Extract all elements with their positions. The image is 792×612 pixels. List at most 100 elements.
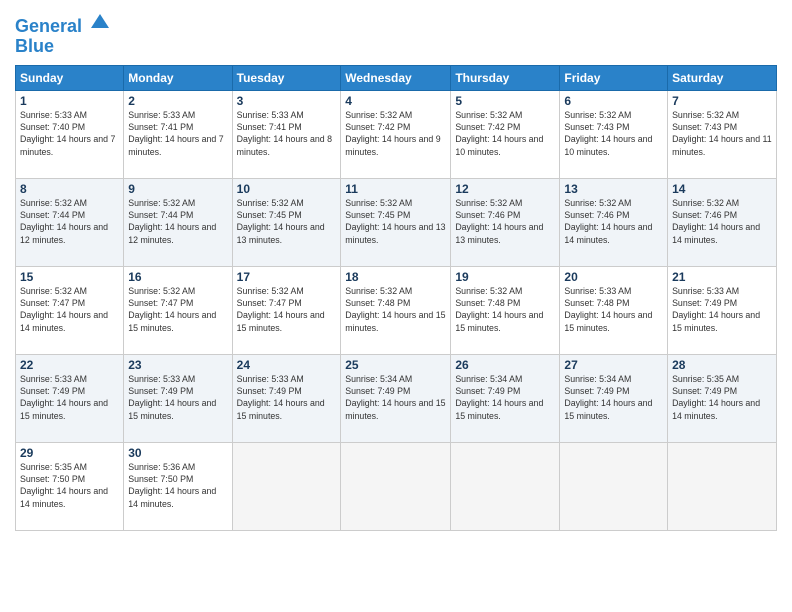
calendar-week-row: 8 Sunrise: 5:32 AM Sunset: 7:44 PM Dayli…: [16, 178, 777, 266]
day-info: Sunrise: 5:32 AM Sunset: 7:44 PM Dayligh…: [20, 197, 119, 246]
day-info: Sunrise: 5:35 AM Sunset: 7:50 PM Dayligh…: [20, 461, 119, 510]
day-number: 2: [128, 94, 227, 108]
calendar-table: Sunday Monday Tuesday Wednesday Thursday…: [15, 65, 777, 531]
logo-blue: Blue: [15, 36, 54, 56]
day-number: 23: [128, 358, 227, 372]
table-row: 6 Sunrise: 5:32 AM Sunset: 7:43 PM Dayli…: [560, 90, 668, 178]
table-row: 25 Sunrise: 5:34 AM Sunset: 7:49 PM Dayl…: [341, 354, 451, 442]
calendar-week-row: 1 Sunrise: 5:33 AM Sunset: 7:40 PM Dayli…: [16, 90, 777, 178]
table-row: 2 Sunrise: 5:33 AM Sunset: 7:41 PM Dayli…: [124, 90, 232, 178]
day-number: 1: [20, 94, 119, 108]
day-number: 29: [20, 446, 119, 460]
day-info: Sunrise: 5:32 AM Sunset: 7:42 PM Dayligh…: [345, 109, 446, 158]
day-info: Sunrise: 5:32 AM Sunset: 7:47 PM Dayligh…: [237, 285, 337, 334]
logo: General Blue: [15, 10, 111, 57]
day-info: Sunrise: 5:32 AM Sunset: 7:48 PM Dayligh…: [455, 285, 555, 334]
day-number: 5: [455, 94, 555, 108]
day-info: Sunrise: 5:34 AM Sunset: 7:49 PM Dayligh…: [564, 373, 663, 422]
day-info: Sunrise: 5:33 AM Sunset: 7:48 PM Dayligh…: [564, 285, 663, 334]
table-row: [232, 442, 341, 530]
day-info: Sunrise: 5:33 AM Sunset: 7:40 PM Dayligh…: [20, 109, 119, 158]
day-info: Sunrise: 5:32 AM Sunset: 7:47 PM Dayligh…: [20, 285, 119, 334]
calendar-week-row: 29 Sunrise: 5:35 AM Sunset: 7:50 PM Dayl…: [16, 442, 777, 530]
day-info: Sunrise: 5:32 AM Sunset: 7:48 PM Dayligh…: [345, 285, 446, 334]
table-row: 1 Sunrise: 5:33 AM Sunset: 7:40 PM Dayli…: [16, 90, 124, 178]
header: General Blue: [15, 10, 777, 57]
day-number: 13: [564, 182, 663, 196]
page: General Blue Sunday Monday Tuesday Wedne…: [0, 0, 792, 612]
col-wednesday: Wednesday: [341, 65, 451, 90]
table-row: 9 Sunrise: 5:32 AM Sunset: 7:44 PM Dayli…: [124, 178, 232, 266]
table-row: 14 Sunrise: 5:32 AM Sunset: 7:46 PM Dayl…: [668, 178, 777, 266]
day-info: Sunrise: 5:32 AM Sunset: 7:42 PM Dayligh…: [455, 109, 555, 158]
day-info: Sunrise: 5:34 AM Sunset: 7:49 PM Dayligh…: [455, 373, 555, 422]
table-row: 28 Sunrise: 5:35 AM Sunset: 7:49 PM Dayl…: [668, 354, 777, 442]
col-saturday: Saturday: [668, 65, 777, 90]
day-number: 24: [237, 358, 337, 372]
table-row: 8 Sunrise: 5:32 AM Sunset: 7:44 PM Dayli…: [16, 178, 124, 266]
table-row: 22 Sunrise: 5:33 AM Sunset: 7:49 PM Dayl…: [16, 354, 124, 442]
day-number: 17: [237, 270, 337, 284]
table-row: 30 Sunrise: 5:36 AM Sunset: 7:50 PM Dayl…: [124, 442, 232, 530]
table-row: 24 Sunrise: 5:33 AM Sunset: 7:49 PM Dayl…: [232, 354, 341, 442]
calendar-week-row: 22 Sunrise: 5:33 AM Sunset: 7:49 PM Dayl…: [16, 354, 777, 442]
table-row: 23 Sunrise: 5:33 AM Sunset: 7:49 PM Dayl…: [124, 354, 232, 442]
table-row: 10 Sunrise: 5:32 AM Sunset: 7:45 PM Dayl…: [232, 178, 341, 266]
day-number: 26: [455, 358, 555, 372]
table-row: 19 Sunrise: 5:32 AM Sunset: 7:48 PM Dayl…: [451, 266, 560, 354]
day-info: Sunrise: 5:32 AM Sunset: 7:44 PM Dayligh…: [128, 197, 227, 246]
day-number: 18: [345, 270, 446, 284]
day-info: Sunrise: 5:32 AM Sunset: 7:46 PM Dayligh…: [455, 197, 555, 246]
calendar-week-row: 15 Sunrise: 5:32 AM Sunset: 7:47 PM Dayl…: [16, 266, 777, 354]
day-number: 11: [345, 182, 446, 196]
day-info: Sunrise: 5:32 AM Sunset: 7:43 PM Dayligh…: [672, 109, 772, 158]
col-monday: Monday: [124, 65, 232, 90]
day-info: Sunrise: 5:33 AM Sunset: 7:49 PM Dayligh…: [20, 373, 119, 422]
col-friday: Friday: [560, 65, 668, 90]
table-row: 7 Sunrise: 5:32 AM Sunset: 7:43 PM Dayli…: [668, 90, 777, 178]
day-number: 22: [20, 358, 119, 372]
day-number: 30: [128, 446, 227, 460]
table-row: 4 Sunrise: 5:32 AM Sunset: 7:42 PM Dayli…: [341, 90, 451, 178]
day-number: 8: [20, 182, 119, 196]
day-number: 25: [345, 358, 446, 372]
day-number: 20: [564, 270, 663, 284]
day-number: 21: [672, 270, 772, 284]
table-row: 27 Sunrise: 5:34 AM Sunset: 7:49 PM Dayl…: [560, 354, 668, 442]
table-row: 16 Sunrise: 5:32 AM Sunset: 7:47 PM Dayl…: [124, 266, 232, 354]
day-info: Sunrise: 5:32 AM Sunset: 7:46 PM Dayligh…: [672, 197, 772, 246]
day-number: 6: [564, 94, 663, 108]
day-number: 3: [237, 94, 337, 108]
table-row: 15 Sunrise: 5:32 AM Sunset: 7:47 PM Dayl…: [16, 266, 124, 354]
table-row: 13 Sunrise: 5:32 AM Sunset: 7:46 PM Dayl…: [560, 178, 668, 266]
table-row: 18 Sunrise: 5:32 AM Sunset: 7:48 PM Dayl…: [341, 266, 451, 354]
table-row: 26 Sunrise: 5:34 AM Sunset: 7:49 PM Dayl…: [451, 354, 560, 442]
table-row: 20 Sunrise: 5:33 AM Sunset: 7:48 PM Dayl…: [560, 266, 668, 354]
day-info: Sunrise: 5:33 AM Sunset: 7:41 PM Dayligh…: [237, 109, 337, 158]
day-number: 14: [672, 182, 772, 196]
day-number: 7: [672, 94, 772, 108]
table-row: 17 Sunrise: 5:32 AM Sunset: 7:47 PM Dayl…: [232, 266, 341, 354]
day-number: 27: [564, 358, 663, 372]
day-info: Sunrise: 5:33 AM Sunset: 7:49 PM Dayligh…: [672, 285, 772, 334]
day-info: Sunrise: 5:33 AM Sunset: 7:41 PM Dayligh…: [128, 109, 227, 158]
col-sunday: Sunday: [16, 65, 124, 90]
day-number: 28: [672, 358, 772, 372]
day-info: Sunrise: 5:32 AM Sunset: 7:47 PM Dayligh…: [128, 285, 227, 334]
table-row: 3 Sunrise: 5:33 AM Sunset: 7:41 PM Dayli…: [232, 90, 341, 178]
day-info: Sunrise: 5:32 AM Sunset: 7:45 PM Dayligh…: [237, 197, 337, 246]
day-number: 9: [128, 182, 227, 196]
day-info: Sunrise: 5:32 AM Sunset: 7:45 PM Dayligh…: [345, 197, 446, 246]
table-row: 11 Sunrise: 5:32 AM Sunset: 7:45 PM Dayl…: [341, 178, 451, 266]
day-number: 4: [345, 94, 446, 108]
day-number: 12: [455, 182, 555, 196]
table-row: 29 Sunrise: 5:35 AM Sunset: 7:50 PM Dayl…: [16, 442, 124, 530]
day-info: Sunrise: 5:33 AM Sunset: 7:49 PM Dayligh…: [237, 373, 337, 422]
logo-text: General Blue: [15, 10, 111, 57]
table-row: 21 Sunrise: 5:33 AM Sunset: 7:49 PM Dayl…: [668, 266, 777, 354]
logo-general: General: [15, 16, 82, 36]
day-number: 10: [237, 182, 337, 196]
day-number: 16: [128, 270, 227, 284]
day-info: Sunrise: 5:32 AM Sunset: 7:46 PM Dayligh…: [564, 197, 663, 246]
day-number: 15: [20, 270, 119, 284]
